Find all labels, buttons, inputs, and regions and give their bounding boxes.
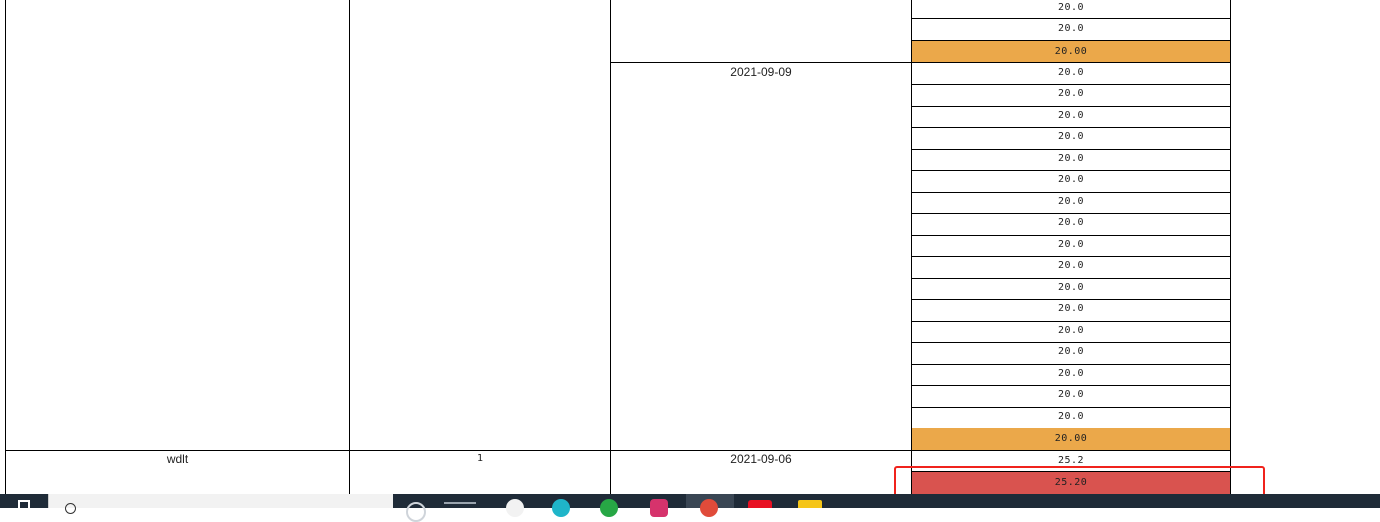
- value-cell: 20.0: [1057, 23, 1085, 34]
- value-cell: 20.0: [912, 299, 1230, 322]
- count-cell: 1: [476, 453, 484, 464]
- col-border: [5, 0, 6, 494]
- value-cell: 20.0: [912, 63, 1230, 85]
- value-cell: 20.0: [912, 364, 1230, 386]
- value-cell: 20.0: [912, 342, 1230, 365]
- folder-icon[interactable]: [798, 500, 822, 508]
- value-cell: 20.0: [912, 106, 1230, 128]
- date-cell: 2021-09-06: [730, 452, 792, 466]
- value-cell: 20.0: [912, 278, 1230, 300]
- app-icon[interactable]: [600, 499, 618, 517]
- value-cell: 20.0: [912, 256, 1230, 279]
- subtotal-cell: 20.00: [912, 428, 1230, 450]
- name-cell: wdlt: [166, 452, 189, 466]
- chrome-icon[interactable]: [552, 499, 570, 517]
- value-cell: 20.0: [912, 84, 1230, 107]
- youtube-icon[interactable]: [748, 500, 772, 508]
- col-border: [349, 0, 350, 494]
- browser-icon[interactable]: [444, 502, 476, 508]
- search-icon: [65, 503, 76, 514]
- value-cell: 20.0: [912, 149, 1230, 171]
- value-cell: 20.0: [912, 235, 1230, 257]
- taskbar-search-input[interactable]: [48, 494, 393, 514]
- value-cell: 20.0: [1057, 2, 1085, 13]
- value-cell: 20.0: [912, 407, 1230, 429]
- value-cell: 20.0: [912, 170, 1230, 193]
- value-cell: 20.0: [912, 127, 1230, 150]
- chrome-active-icon[interactable]: [700, 499, 718, 517]
- windows-icon[interactable]: [18, 500, 30, 508]
- subtotal-cell: 20.00: [912, 41, 1230, 62]
- file-explorer-icon[interactable]: [406, 502, 426, 522]
- edge-icon[interactable]: [506, 499, 524, 517]
- col-border: [1230, 0, 1231, 494]
- value-cell: 20.0: [912, 213, 1230, 236]
- media-icon[interactable]: [650, 499, 668, 517]
- value-cell: 20.0: [912, 321, 1230, 343]
- date-cell: 2021-09-09: [730, 65, 792, 79]
- value-cell: 20.0: [912, 385, 1230, 408]
- value-cell: 20.0: [912, 192, 1230, 214]
